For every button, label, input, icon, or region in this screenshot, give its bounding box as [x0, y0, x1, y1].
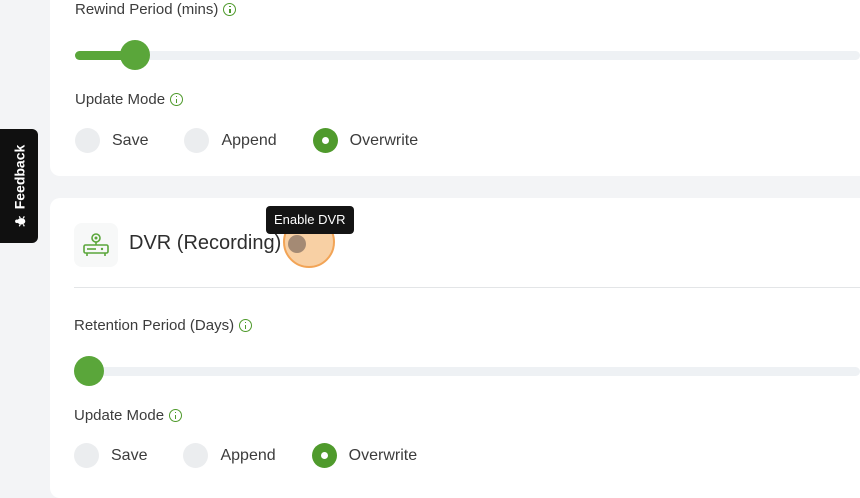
radio-label: Overwrite — [349, 131, 419, 149]
radio-label: Append — [220, 446, 276, 464]
radio-option-overwrite[interactable]: Overwrite — [312, 128, 419, 153]
radio-option-append[interactable]: Append — [184, 128, 277, 153]
retention-slider-thumb[interactable] — [74, 356, 104, 386]
rewind-period-slider[interactable] — [75, 40, 860, 70]
dvr-device-icon — [82, 232, 110, 263]
radio-button[interactable] — [75, 128, 100, 153]
radio-button[interactable] — [312, 128, 338, 153]
radio-label: Overwrite — [348, 446, 418, 464]
retention-period-label-row: Retention Period (Days) — [74, 317, 253, 334]
dvr-update-mode-label-row: Update Mode — [74, 407, 183, 424]
feedback-tab[interactable]: Feedback — [0, 129, 38, 243]
dvr-icon-box — [74, 223, 118, 267]
update-mode-label-row: Update Mode — [75, 91, 184, 108]
rewind-period-label-row: Rewind Period (mins) — [75, 1, 237, 18]
radio-button[interactable] — [311, 443, 337, 468]
info-icon[interactable] — [170, 93, 184, 106]
radio-label: Save — [112, 131, 149, 149]
retention-period-slider[interactable] — [74, 356, 860, 386]
radio-button[interactable] — [74, 443, 99, 468]
dvr-update-mode-radio-group: Save Append Overwrite — [74, 443, 453, 468]
dvr-update-mode-label: Update Mode — [74, 407, 165, 424]
section-divider — [74, 287, 860, 288]
radio-label: Save — [111, 446, 148, 464]
info-icon[interactable] — [223, 3, 237, 16]
bug-icon — [13, 215, 25, 227]
dvr-section-title: DVR (Recording) — [129, 232, 282, 254]
radio-option-save[interactable]: Save — [74, 443, 147, 468]
radio-button[interactable] — [184, 128, 210, 153]
rewind-period-label: Rewind Period (mins) — [75, 1, 219, 18]
feedback-tab-content: Feedback — [11, 145, 27, 228]
info-icon[interactable] — [169, 409, 183, 422]
radio-option-append[interactable]: Append — [183, 443, 276, 468]
enable-dvr-toggle[interactable] — [288, 235, 306, 253]
radio-option-overwrite[interactable]: Overwrite — [311, 443, 418, 468]
update-mode-label: Update Mode — [75, 91, 166, 108]
radio-option-save[interactable]: Save — [75, 128, 148, 153]
radio-button[interactable] — [183, 443, 209, 468]
retention-period-label: Retention Period (Days) — [74, 317, 235, 334]
radio-label: Append — [221, 131, 277, 149]
update-mode-radio-group: Save Append Overwrite — [75, 128, 454, 153]
enable-dvr-tooltip: Enable DVR — [266, 206, 354, 234]
feedback-label: Feedback — [11, 144, 27, 210]
info-icon[interactable] — [239, 319, 253, 332]
